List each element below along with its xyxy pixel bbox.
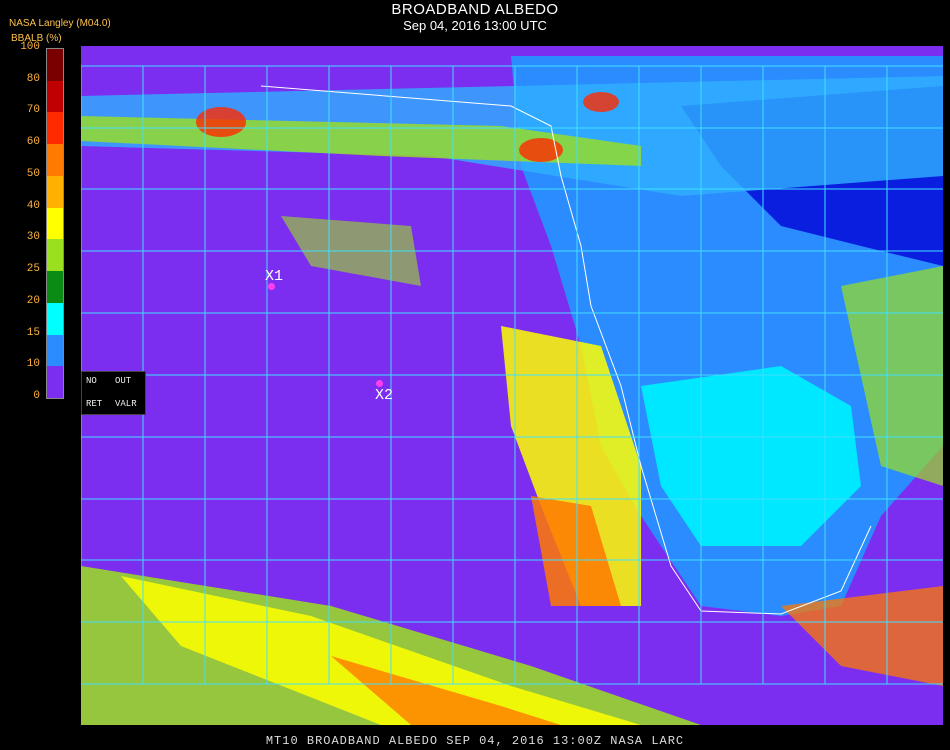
colorbar-segment (47, 302, 63, 335)
colorbar-tick-label: 15 (26, 326, 40, 339)
map-title: BROADBAND ALBEDO (391, 1, 559, 18)
status-box: NO OUT RET VALR (81, 371, 146, 415)
footer-caption: MT10 BROADBAND ALBEDO SEP 04, 2016 13:00… (265, 734, 685, 748)
colorbar-tick-label: 100 (20, 41, 40, 53)
status-out: OUT (115, 376, 132, 386)
colorbar-segment (47, 366, 63, 399)
colorbar-tick-label: 10 (26, 358, 40, 371)
status-no: NO (86, 376, 97, 386)
marker-x1-label: X1 (265, 268, 284, 285)
colorbar-segment (47, 239, 63, 272)
colorbar-tick-label: 25 (26, 263, 40, 276)
colorbar-segment (47, 112, 63, 145)
marker-x2-dot (376, 380, 383, 387)
colorbar-segment (47, 80, 63, 113)
cloud-red-cell (196, 107, 246, 137)
colorbar-segment (47, 271, 63, 304)
colorbar-tick-label: 20 (26, 294, 40, 307)
map-timestamp: Sep 04, 2016 13:00 UTC (403, 18, 547, 33)
colorbar-segment (47, 175, 63, 208)
albedo-map (81, 46, 943, 725)
colorbar-tick-label: 30 (26, 231, 40, 244)
cloud-red-cell (519, 138, 563, 162)
colorbar-tick-label: 70 (26, 104, 40, 117)
colorbar-segment (47, 144, 63, 177)
status-ret: RET (86, 399, 103, 409)
colorbar-segment (47, 207, 63, 240)
colorbar-tick-label: 0 (33, 390, 40, 402)
credit-label: NASA Langley (M04.0) (9, 18, 111, 29)
status-valr: VALR (115, 399, 137, 409)
colorbar-segment (47, 334, 63, 367)
colorbar (46, 48, 64, 399)
cloud-red-cell (583, 92, 619, 112)
colorbar-tick-label: 60 (26, 136, 40, 149)
colorbar-tick-label: 50 (26, 167, 40, 180)
marker-x2-label: X2 (375, 387, 394, 404)
colorbar-tick-label: 40 (26, 199, 40, 212)
colorbar-segment (47, 49, 63, 81)
colorbar-tick-label: 80 (26, 72, 40, 85)
map-canvas (81, 46, 943, 725)
